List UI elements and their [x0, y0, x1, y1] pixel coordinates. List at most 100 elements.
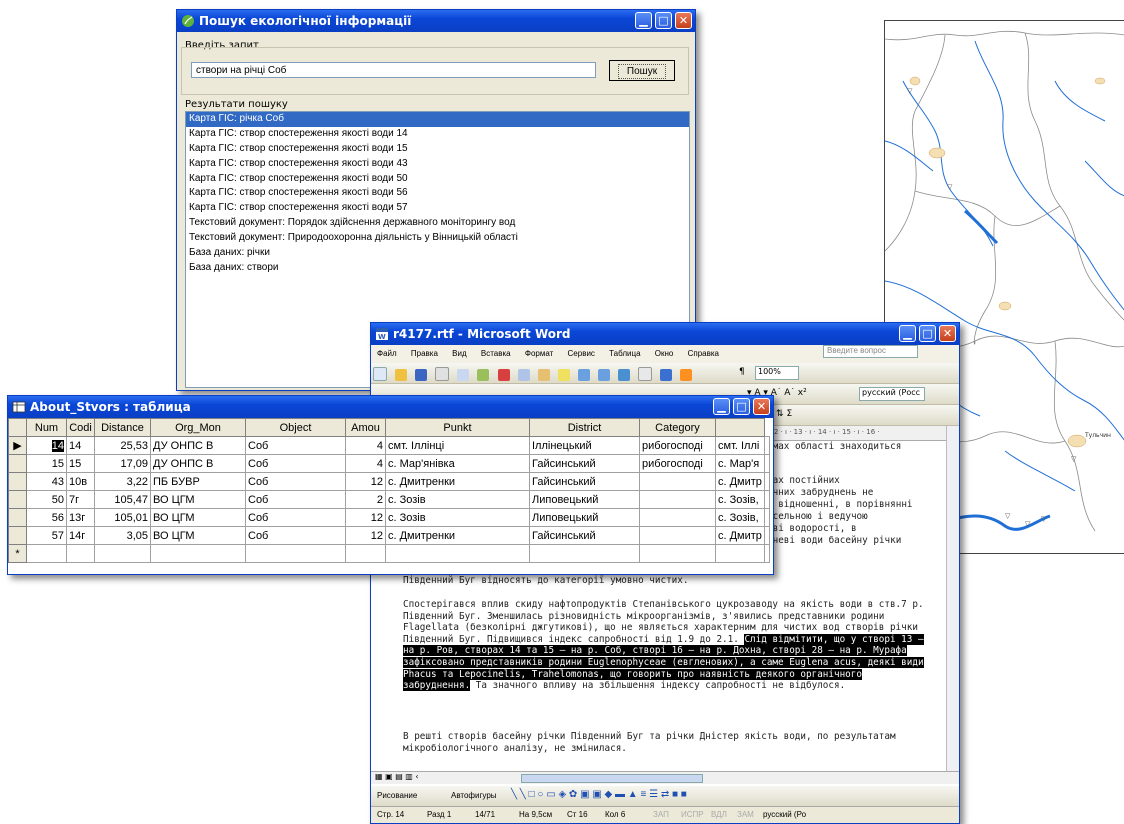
row-selector-header[interactable] — [8, 418, 27, 437]
status-ext[interactable]: ВДЛ — [711, 810, 727, 819]
result-item[interactable]: База даних: річки — [186, 246, 689, 261]
result-item[interactable]: Карта ГІС: створ спостереження якості во… — [186, 142, 689, 157]
table-cell[interactable]: ПБ БУВР — [150, 472, 246, 491]
table-cell[interactable] — [763, 436, 770, 455]
table-cell[interactable]: 4 — [345, 454, 386, 473]
search-button[interactable]: Пошук — [609, 60, 675, 81]
column-header[interactable]: Object — [245, 418, 346, 437]
table-icon[interactable] — [638, 367, 653, 381]
row-selector[interactable] — [8, 490, 27, 509]
table-cell[interactable]: 4 — [345, 436, 386, 455]
table-cell[interactable]: с. Дмитр — [715, 472, 765, 491]
result-item[interactable]: Текстовий документ: Природоохоронна діял… — [186, 231, 689, 246]
table-cell[interactable]: 25,53 — [94, 436, 151, 455]
table-cell[interactable] — [763, 508, 770, 527]
table-cell[interactable]: 57 — [26, 526, 67, 545]
row-selector[interactable]: ▶ — [8, 436, 27, 455]
shape-tools-icons[interactable]: ╲ ╲ □ ○ ▭ ◈ ✿ ▣ ▣ ◆ ▬ ▲ ≡ ☰ ⇄ ■ ■ — [511, 789, 687, 800]
menu-window[interactable]: Окно — [655, 349, 674, 358]
paste-icon[interactable] — [537, 369, 550, 381]
table-cell[interactable] — [385, 544, 530, 563]
table-cell[interactable]: Соб — [245, 436, 346, 455]
menu-view[interactable]: Вид — [452, 349, 466, 358]
table-cell[interactable]: 15 — [26, 454, 67, 473]
word-titlebar[interactable]: W r4177.rtf - Microsoft Word ▁ □ ✕ — [371, 323, 959, 345]
cut-icon[interactable] — [497, 369, 510, 381]
table-cell[interactable]: рибогосподі — [639, 454, 716, 473]
menu-help[interactable]: Справка — [688, 349, 719, 358]
spelling-icon[interactable] — [477, 369, 490, 381]
table-cell[interactable]: 12 — [345, 526, 386, 545]
scroll-thumb[interactable] — [521, 774, 703, 783]
table-cell[interactable]: Соб — [245, 454, 346, 473]
print-icon[interactable] — [435, 367, 450, 381]
table-cell[interactable]: 14 — [26, 436, 67, 455]
result-item[interactable]: Карта ГІС: створ спостереження якості во… — [186, 201, 689, 216]
help-search-input[interactable]: Введите вопрос — [823, 345, 918, 358]
drawing-icon[interactable] — [680, 369, 693, 381]
word-close-button[interactable]: ✕ — [939, 325, 956, 342]
table-row[interactable]: 15 15 17,09 ДУ ОНПС В Соб 4 с. Мар'янівка Гайси… — [8, 454, 770, 473]
search-input[interactable] — [191, 62, 596, 78]
table-cell[interactable]: ВО ЦГМ — [150, 490, 246, 509]
table-cell[interactable]: ВО ЦГМ — [150, 526, 246, 545]
table-row[interactable]: 43 10в 3,22 ПБ БУВР Соб 12 с. Дмитренки Гайсинс… — [8, 472, 770, 491]
maximize-button[interactable]: □ — [655, 12, 672, 29]
autoshapes-menu[interactable]: Автофигуры — [451, 791, 497, 800]
table-cell[interactable]: Гайсинський — [529, 526, 640, 545]
table-cell[interactable] — [94, 544, 151, 563]
zoom-select[interactable]: 100% — [755, 366, 799, 380]
table-cell[interactable]: Соб — [245, 526, 346, 545]
table-cell[interactable]: 56 — [26, 508, 67, 527]
table-cell[interactable]: 12 — [345, 472, 386, 491]
table-cell[interactable]: с. Зозів, — [715, 490, 765, 509]
table-cell[interactable]: ДУ ОНПС В — [150, 436, 246, 455]
table-cell[interactable] — [763, 472, 770, 491]
minimize-button[interactable]: ▁ — [635, 12, 652, 29]
language-select[interactable]: русский (Росс — [859, 387, 925, 401]
search-window-titlebar[interactable]: Пошук екологічної інформації ▁ □ ✕ — [177, 10, 695, 32]
table-cell[interactable] — [639, 508, 716, 527]
table-cell[interactable]: с. Дмитренки — [385, 526, 530, 545]
table-cell[interactable] — [639, 544, 716, 563]
new-record-row[interactable]: * — [8, 544, 770, 563]
word-maximize-button[interactable]: □ — [919, 325, 936, 342]
table-cell[interactable] — [639, 490, 716, 509]
vertical-scrollbar[interactable] — [946, 426, 959, 771]
table-cell[interactable]: 105,47 — [94, 490, 151, 509]
table-cell[interactable]: 50 — [26, 490, 67, 509]
column-header[interactable]: Category — [639, 418, 716, 437]
table-cell[interactable]: Гайсинський — [529, 454, 640, 473]
table-cell[interactable]: с. Зозів — [385, 490, 530, 509]
menu-insert[interactable]: Вставка — [481, 349, 511, 358]
table-cell[interactable]: 17,09 — [94, 454, 151, 473]
table-cell[interactable]: Соб — [245, 472, 346, 491]
table-cell[interactable]: с. Зозів — [385, 508, 530, 527]
menu-file[interactable]: Файл — [377, 349, 397, 358]
table-cell[interactable]: Соб — [245, 490, 346, 509]
result-item[interactable]: Карта ГІС: створ спостереження якості во… — [186, 157, 689, 172]
status-trk[interactable]: ИСПР — [681, 810, 704, 819]
table-cell[interactable] — [763, 544, 770, 563]
table-cell[interactable]: Липовецький — [529, 490, 640, 509]
table-row[interactable]: 57 14г 3,05 ВО ЦГМ Соб 12 с. Дмитренки Гайсинсь… — [8, 526, 770, 545]
table-cell[interactable]: Соб — [245, 508, 346, 527]
undo-icon[interactable] — [577, 369, 590, 381]
table-minimize-button[interactable]: ▁ — [713, 398, 730, 415]
row-selector[interactable] — [8, 472, 27, 491]
menu-tools[interactable]: Сервис — [568, 349, 595, 358]
result-item[interactable]: Карта ГІС: створ спостереження якості во… — [186, 127, 689, 142]
table-titlebar[interactable]: About_Stvors : таблица ▁ □ ✕ — [8, 396, 773, 418]
preview-icon[interactable] — [457, 369, 470, 381]
data-grid[interactable]: Num Codi Distance Org_Mon Object Amou Punkt Dis… — [8, 418, 770, 563]
table-cell[interactable]: Іллінецький — [529, 436, 640, 455]
column-header[interactable]: Num — [26, 418, 67, 437]
table-cell[interactable]: 7г — [66, 490, 95, 509]
table-cell[interactable] — [763, 490, 770, 509]
redo-icon[interactable] — [598, 369, 611, 381]
table-cell[interactable] — [150, 544, 246, 563]
table-row[interactable]: 56 13г 105,01 ВО ЦГМ Соб 12 с. Зозів Липовецьки… — [8, 508, 770, 527]
menu-format[interactable]: Формат — [525, 349, 553, 358]
table-cell[interactable]: 12 — [345, 508, 386, 527]
table-cell[interactable]: ДУ ОНПС В — [150, 454, 246, 473]
